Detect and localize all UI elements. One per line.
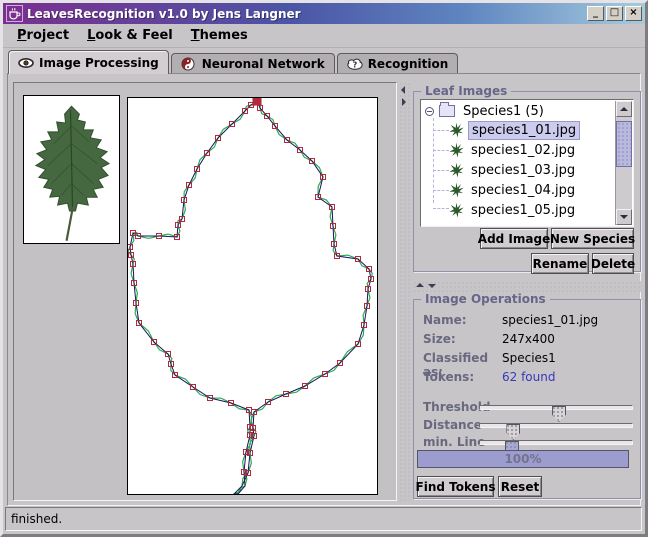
progress-label: 100% <box>504 452 541 466</box>
tree-item-label[interactable]: species1_05.jpg <box>468 202 578 219</box>
tree-item[interactable]: species1_05.jpg <box>449 200 578 220</box>
window-title: LeavesRecognition v1.0 by Jens Langner <box>27 7 587 21</box>
menu-themes[interactable]: Themes <box>183 25 256 46</box>
field-value-tokens: 62 found <box>502 370 555 384</box>
field-row: Size: 247x400 <box>423 332 555 346</box>
title-bar[interactable]: LeavesRecognition v1.0 by Jens Langner _… <box>3 3 645 24</box>
delete-button[interactable]: Delete <box>592 253 634 274</box>
leaf-thumbnail-image <box>23 95 120 244</box>
tree-connector <box>433 150 449 151</box>
min-line-slider-track[interactable] <box>479 440 633 445</box>
scroll-down-icon[interactable] <box>616 209 632 225</box>
token-marker <box>253 98 261 105</box>
tab-neuronal-network[interactable]: Neuronal Network <box>171 53 335 74</box>
threshold-slider: Threshold <box>423 398 635 416</box>
tab-strip: Image Processing Neuronal Network ? <box>8 50 460 74</box>
tree-item[interactable]: species1_02.jpg <box>449 140 578 160</box>
distance-slider: Distance <box>423 416 635 434</box>
menu-project[interactable]: Project <box>9 25 77 46</box>
leaf-icon <box>449 183 464 198</box>
java-cup-icon <box>6 5 23 22</box>
tree-item[interactable]: species1_03.jpg <box>449 160 578 180</box>
species-tree: Species1 (5) species1_01.jpg species1_02… <box>420 99 634 227</box>
new-species-button[interactable]: New Species <box>551 228 634 249</box>
tree-connector <box>433 208 449 209</box>
find-tokens-button[interactable]: Find Tokens <box>417 476 494 497</box>
tree-scrollbar[interactable] <box>615 101 632 225</box>
slider-label: Distance <box>423 418 482 432</box>
add-image-button[interactable]: Add Image <box>480 228 548 249</box>
reset-button[interactable]: Reset <box>498 476 542 497</box>
collapse-up-icon[interactable] <box>416 283 424 287</box>
horizontal-split-divider[interactable] <box>413 281 641 292</box>
rename-button[interactable]: Rename <box>531 253 589 274</box>
image-operations-title: Image Operations <box>421 292 550 306</box>
collapse-right-icon[interactable] <box>402 98 406 106</box>
progress-bar: 100% <box>417 450 629 468</box>
tab-label: Neuronal Network <box>202 57 325 71</box>
leaf-icon <box>449 203 464 218</box>
leaf-icon <box>449 163 464 178</box>
scrollbar-thumb[interactable] <box>616 121 632 167</box>
collapse-down-icon[interactable] <box>428 284 436 288</box>
leaf-icon <box>449 143 464 158</box>
field-label: Size: <box>423 332 502 346</box>
tree-root-row[interactable]: Species1 (5) <box>421 101 547 121</box>
field-label: Name: <box>423 313 502 327</box>
image-scroll-pane <box>13 82 397 501</box>
tab-label: Recognition <box>368 57 449 71</box>
tree-item-label[interactable]: species1_03.jpg <box>468 162 578 179</box>
svg-text:?: ? <box>352 61 357 70</box>
tab-recognition[interactable]: ? Recognition <box>337 53 459 74</box>
image-operations-group: Image Operations Name: species1_01.jpg S… <box>413 299 641 499</box>
maximize-button[interactable]: □ <box>606 6 623 21</box>
field-value-name: species1_01.jpg <box>502 313 598 327</box>
status-text: finished. <box>11 512 62 526</box>
collapse-left-icon[interactable] <box>401 86 405 94</box>
yin-yang-icon <box>181 57 197 71</box>
leaf-images-title: Leaf Images <box>421 84 511 98</box>
min-line-slider: min. Line <box>423 433 635 451</box>
folder-icon <box>439 105 455 117</box>
tree-connector <box>433 190 449 191</box>
slider-label: min. Line <box>423 435 485 449</box>
tab-image-processing[interactable]: Image Processing <box>8 50 169 74</box>
cloud-question-icon: ? <box>347 57 363 71</box>
leaf-outline-canvas <box>127 97 378 495</box>
close-button[interactable]: × <box>625 6 642 21</box>
field-row: Tokens: 62 found <box>423 370 555 384</box>
field-row: Name: species1_01.jpg <box>423 313 598 327</box>
image-processing-panel: Leaf Images Species1 (5) species1_01.jpg <box>7 73 641 506</box>
leaf-images-group: Leaf Images Species1 (5) species1_01.jpg <box>413 91 641 272</box>
status-bar: finished. <box>5 507 642 531</box>
menu-bar: Project Look & Feel Themes <box>3 24 645 48</box>
tree-item[interactable]: species1_01.jpg <box>449 120 580 140</box>
distance-slider-track[interactable] <box>479 423 633 428</box>
app-window: LeavesRecognition v1.0 by Jens Langner _… <box>0 0 648 537</box>
vertical-split-divider[interactable] <box>399 82 411 501</box>
tree-item-label[interactable]: species1_01.jpg <box>468 121 580 140</box>
tree-connector <box>433 170 449 171</box>
tab-label: Image Processing <box>39 56 159 70</box>
tree-root-label[interactable]: Species1 (5) <box>460 103 547 120</box>
tree-expand-handle[interactable] <box>425 107 434 116</box>
tree-item-label[interactable]: species1_02.jpg <box>468 142 578 159</box>
field-label: Tokens: <box>423 370 502 384</box>
field-value-size: 247x400 <box>502 332 555 346</box>
tree-item[interactable]: species1_04.jpg <box>449 180 578 200</box>
tree-item-label[interactable]: species1_04.jpg <box>468 182 578 199</box>
threshold-slider-track[interactable] <box>479 405 633 410</box>
menu-look-and-feel[interactable]: Look & Feel <box>79 25 181 46</box>
tree-connector <box>433 130 449 131</box>
minimize-button[interactable]: _ <box>587 6 604 21</box>
leaf-icon <box>449 123 464 138</box>
eye-icon <box>18 56 34 70</box>
scroll-up-icon[interactable] <box>616 101 632 117</box>
